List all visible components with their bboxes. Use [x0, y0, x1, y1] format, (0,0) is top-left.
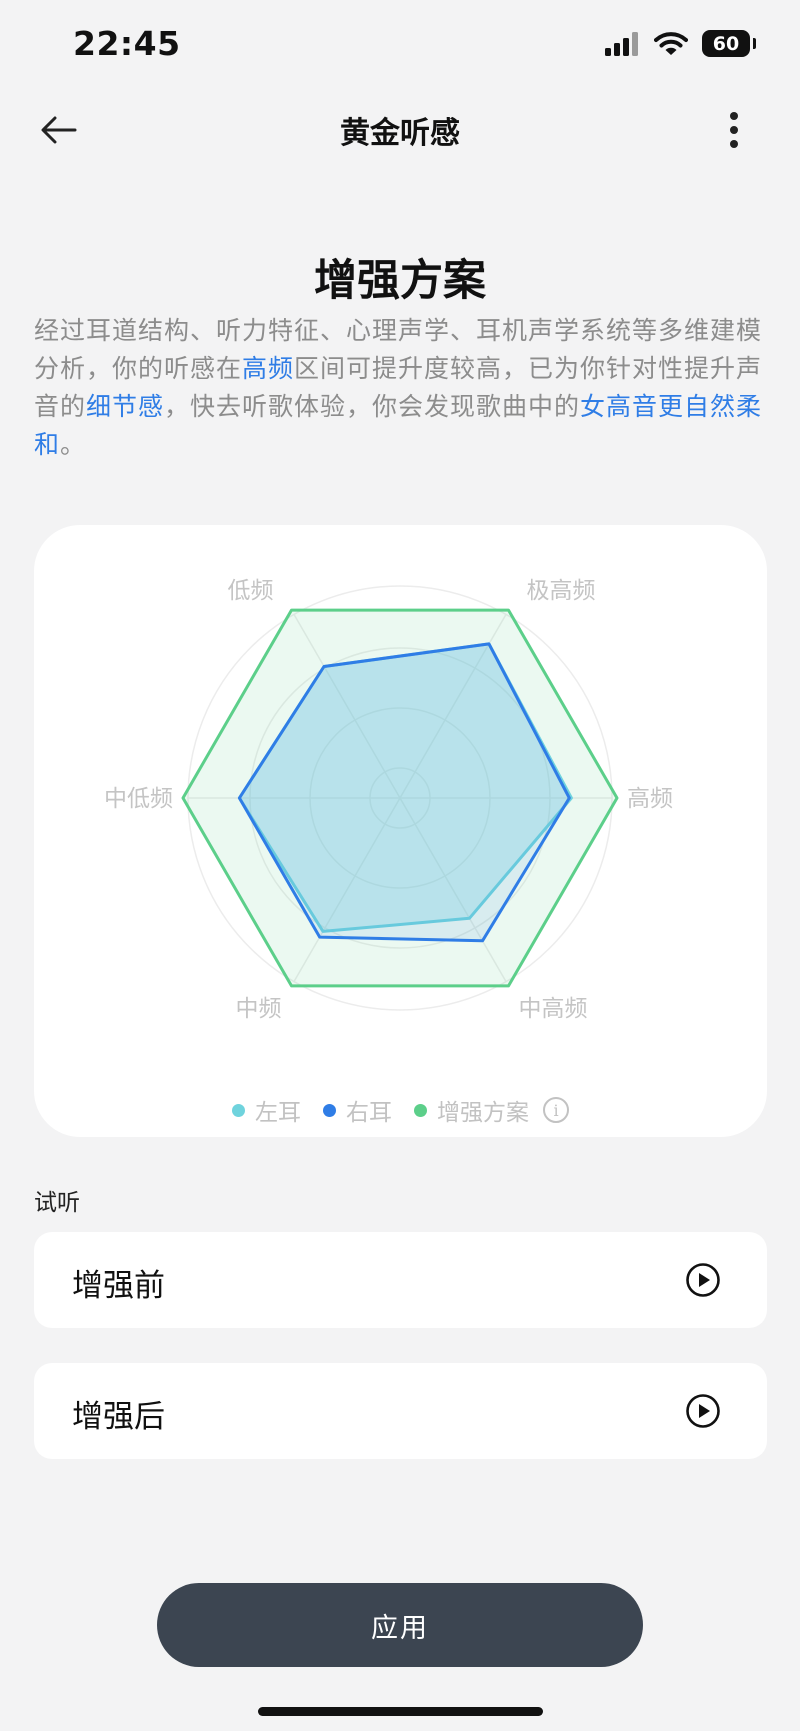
legend-label-right-ear: 右耳	[346, 1100, 392, 1126]
highlight-high-frequency: 高频	[242, 354, 295, 383]
nav-title: 黄金听感	[340, 116, 460, 151]
axis-label: 高频	[627, 786, 673, 812]
description-text: 。	[60, 430, 87, 459]
legend-dot-left-ear	[232, 1103, 245, 1117]
status-icons: 60	[604, 30, 756, 57]
axis-label: 低频	[228, 578, 274, 604]
description-text: ，快去听歌体验，你会发现歌曲中的	[164, 392, 581, 421]
chart-legend: 左耳 右耳 增强方案 i	[34, 1093, 767, 1127]
legend-label-enhanced: 增强方案	[437, 1100, 529, 1126]
legend-dot-enhanced	[414, 1103, 427, 1117]
page-heading: 增强方案	[314, 256, 486, 306]
apply-button[interactable]: 应用	[157, 1583, 643, 1667]
play-icon[interactable]	[685, 1262, 721, 1298]
info-icon[interactable]: i	[543, 1097, 569, 1123]
wifi-icon	[654, 31, 688, 55]
play-after-row[interactable]: 增强后	[34, 1363, 767, 1459]
battery-level: 60	[712, 32, 740, 55]
play-before-label: 增强前	[72, 1268, 165, 1304]
battery-icon: 60	[702, 30, 756, 57]
status-time: 22:45	[73, 24, 181, 63]
nav-bar: 黄金听感	[0, 90, 800, 170]
play-icon[interactable]	[685, 1393, 721, 1429]
legend-item-enhanced: 增强方案 i	[414, 1093, 569, 1127]
radar-chart: 极高频高频中高频 中频 中低频 低频	[104, 578, 673, 1022]
signal-icon	[605, 31, 638, 56]
legend-item-left-ear: 左耳	[232, 1093, 301, 1127]
radar-chart-card: 极高频高频中高频 中频 中低频 低频 左耳 右耳 增强方案 i	[34, 525, 767, 1137]
home-indicator	[258, 1707, 543, 1716]
play-after-label: 增强后	[72, 1399, 165, 1435]
preview-section-label: 试听	[34, 1190, 80, 1216]
axis-label: 极高频	[527, 578, 596, 604]
legend-item-right-ear: 右耳	[323, 1093, 392, 1127]
legend-dot-right-ear	[323, 1103, 336, 1117]
legend-label-left-ear: 左耳	[255, 1100, 301, 1126]
axis-label: 中频	[236, 996, 282, 1022]
status-bar: 22:45 60	[0, 0, 800, 90]
highlight-detail: 细节感	[86, 392, 165, 421]
more-vertical-icon	[730, 112, 738, 148]
axis-label: 中高频	[519, 996, 588, 1022]
play-before-row[interactable]: 增强前	[34, 1232, 767, 1328]
description: 经过耳道结构、听力特征、心理声学、耳机声学系统等多维建模分析，你的听感在高频区间…	[34, 312, 766, 464]
more-button[interactable]	[722, 105, 746, 155]
axis-label: 中低频	[104, 786, 173, 812]
